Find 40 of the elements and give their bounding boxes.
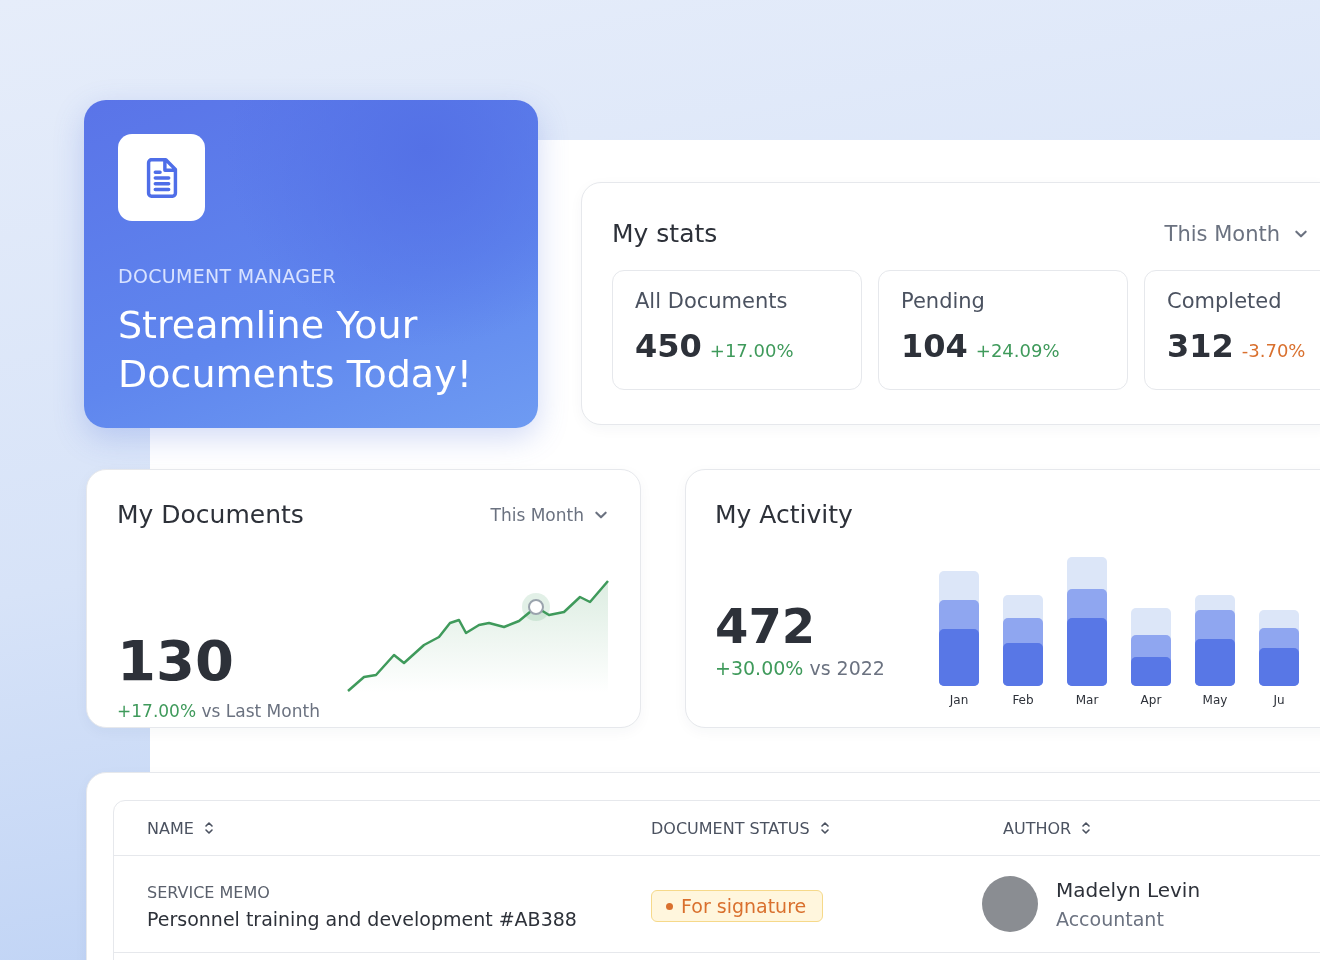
column-header[interactable]: NAME	[114, 818, 214, 838]
stat-value: 104	[901, 327, 968, 365]
month-label: Feb	[1012, 693, 1034, 707]
month-label: Apr	[1140, 693, 1162, 707]
column-header[interactable]: DOCUMENT STATUS	[618, 818, 830, 838]
month-label: May	[1202, 693, 1228, 707]
stat-label: All Documents	[635, 289, 789, 313]
stat-label: Completed	[1167, 289, 1283, 313]
status-dot	[666, 902, 673, 910]
point-marker	[522, 593, 550, 621]
hero-label: DOCUMENT MANAGER	[118, 265, 337, 287]
stat-value: 312	[1167, 327, 1234, 365]
status-badge: For signature	[651, 890, 824, 922]
period-dropdown[interactable]: This Month	[490, 504, 608, 525]
month-label: Jan	[949, 693, 969, 707]
card-title: My Documents	[117, 500, 304, 529]
comparison-text: +30.00% vs 2022	[715, 657, 886, 679]
change-percent: -3.70%	[1241, 340, 1306, 361]
sort-icon	[203, 820, 214, 836]
hero-heading: Streamline Your Documents Today!	[118, 302, 473, 398]
period-dropdown[interactable]: This Month	[1164, 221, 1308, 246]
card-title: My stats	[612, 219, 718, 248]
month-label: Ju	[1273, 693, 1285, 707]
sort-icon	[819, 820, 830, 836]
author-role: Accountant	[1056, 908, 1165, 930]
month-label: Mar	[1075, 693, 1099, 707]
total-count: 472	[715, 599, 817, 653]
stat-label: Pending	[901, 289, 986, 313]
stat-value: 450	[635, 327, 702, 365]
avatar	[982, 876, 1038, 932]
change-percent: +17.00%	[709, 340, 794, 361]
change-percent: +24.09%	[975, 340, 1060, 361]
card-title: My Activity	[715, 500, 854, 529]
comparison-text: +17.00% vs Last Month	[117, 701, 320, 721]
document-name: Personnel training and development #AB388	[147, 907, 578, 930]
author-name: Madelyn Levin	[1056, 878, 1201, 902]
sort-icon	[1081, 820, 1092, 836]
column-header[interactable]: AUTHOR	[970, 818, 1092, 838]
document-category: SERVICE MEMO	[147, 882, 271, 902]
total-count: 130	[117, 629, 235, 693]
